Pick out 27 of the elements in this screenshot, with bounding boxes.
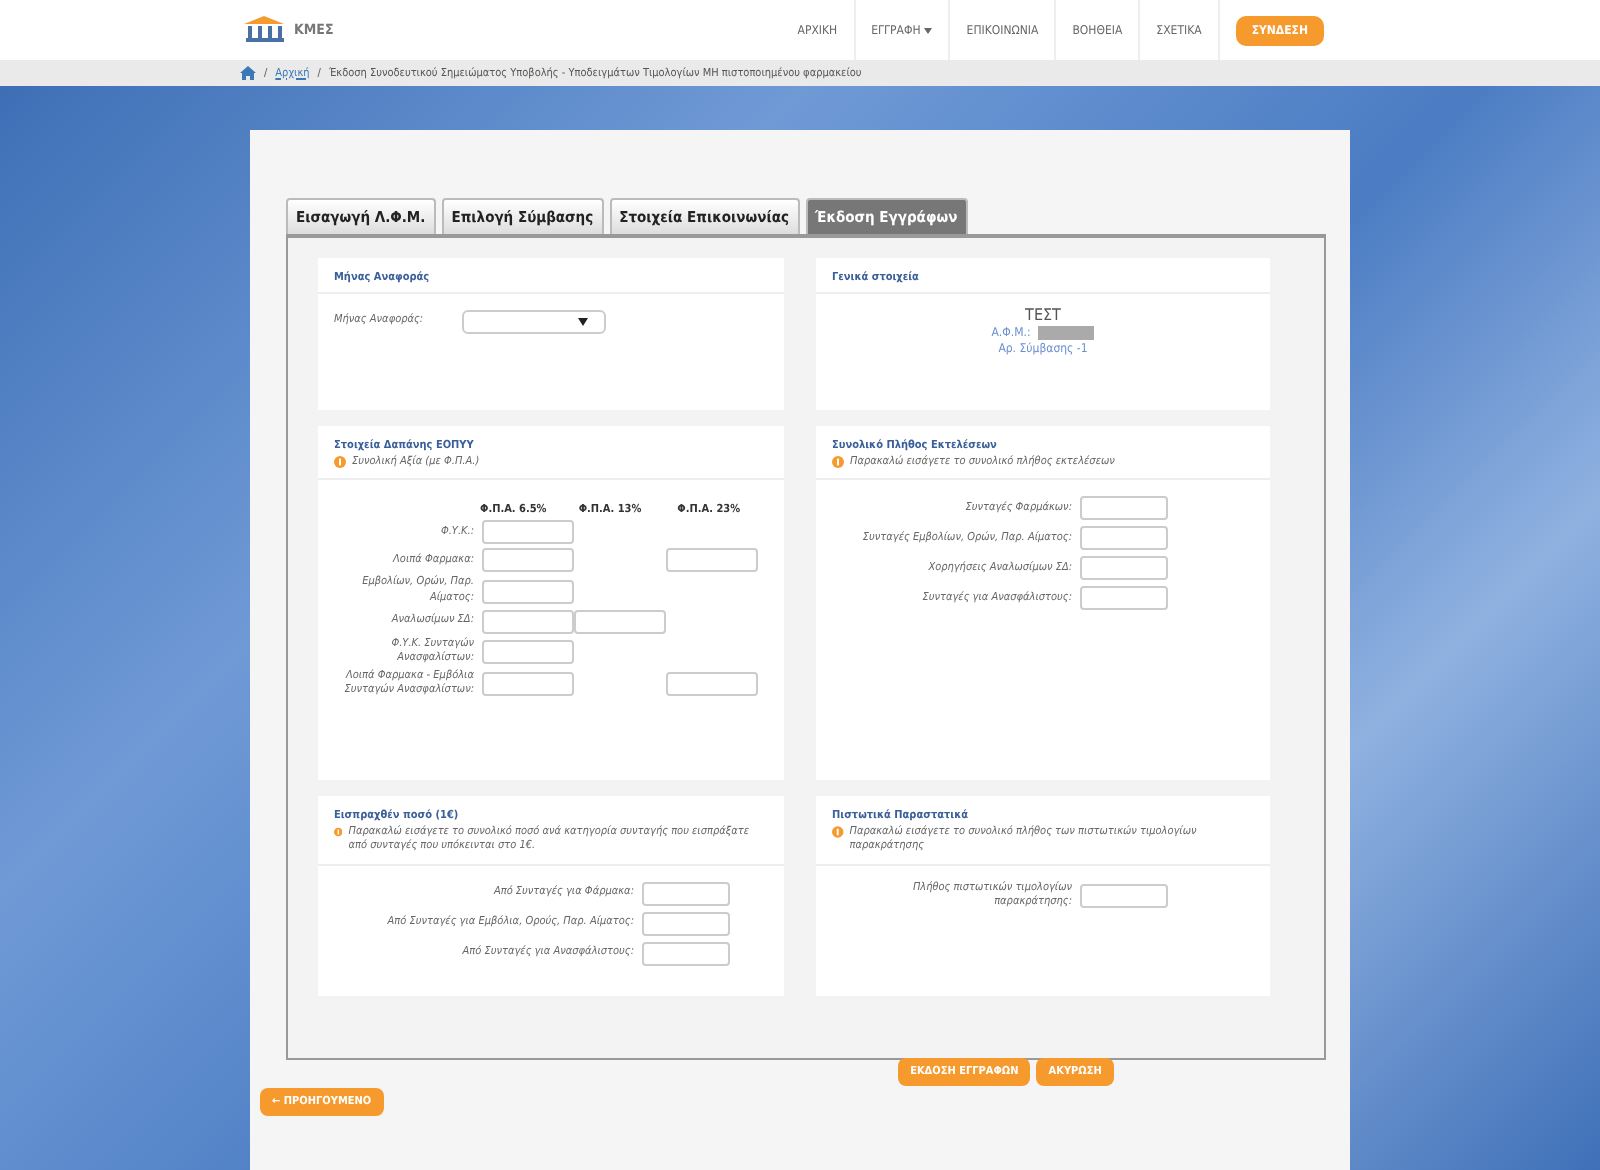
home-icon[interactable] bbox=[240, 66, 256, 80]
input-field[interactable] bbox=[1080, 586, 1168, 611]
building-logo-icon bbox=[240, 16, 288, 44]
info-icon bbox=[334, 826, 343, 838]
input-field[interactable] bbox=[666, 548, 758, 573]
month-select[interactable] bbox=[462, 310, 606, 334]
info-icon bbox=[832, 826, 844, 838]
input-field[interactable] bbox=[482, 520, 574, 545]
input-field[interactable] bbox=[666, 672, 758, 697]
pharmacy-name: ΤΕΣΤ bbox=[1025, 306, 1061, 324]
input-field[interactable] bbox=[482, 672, 574, 697]
input-field[interactable] bbox=[642, 911, 730, 936]
caret-icon bbox=[578, 318, 588, 326]
input-field[interactable] bbox=[642, 941, 730, 966]
input-field[interactable] bbox=[482, 639, 574, 664]
input-field[interactable] bbox=[482, 579, 574, 604]
redacted-block bbox=[1038, 326, 1095, 340]
info-icon bbox=[832, 456, 844, 468]
input-field[interactable] bbox=[1080, 556, 1168, 581]
input-field[interactable] bbox=[1080, 883, 1168, 908]
input-field[interactable] bbox=[482, 548, 574, 573]
input-field[interactable] bbox=[642, 881, 730, 906]
info-icon bbox=[334, 456, 346, 468]
input-field[interactable] bbox=[482, 609, 574, 634]
input-field[interactable] bbox=[1080, 496, 1168, 521]
input-field[interactable] bbox=[1080, 526, 1168, 551]
input-field[interactable] bbox=[574, 609, 666, 634]
